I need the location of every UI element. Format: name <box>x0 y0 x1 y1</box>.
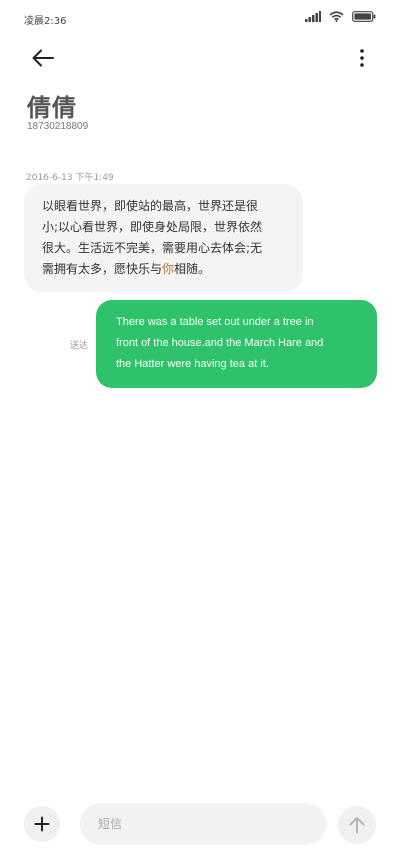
status-icons <box>305 11 376 22</box>
incoming-message-line: 以眼看世界，即使站的最高，世界还是很 <box>42 199 259 213</box>
send-button[interactable] <box>338 806 376 844</box>
composer-bar <box>0 796 400 856</box>
incoming-highlight-text: 你 <box>162 262 175 276</box>
incoming-message-line: 很大。生活远不完美，需要用心去体会;无 <box>42 241 263 255</box>
outgoing-message-line: the Hatter were having tea at it. <box>116 358 269 370</box>
arrow-up-icon <box>349 817 365 834</box>
incoming-message-line: 需拥有太多，愿快乐与你相随。 <box>42 259 287 280</box>
incoming-message-bubble[interactable]: 以眼看世界，即使站的最高，世界还是很 小;以心看世界，即使身处局限，世界依然 很… <box>24 184 303 292</box>
top-bar <box>0 40 400 76</box>
more-options-button[interactable] <box>354 44 370 72</box>
back-button[interactable] <box>26 44 60 72</box>
delivery-status: 送达 <box>70 341 89 351</box>
outgoing-message-line: There was a table set out under a tree i… <box>116 316 314 328</box>
arrow-left-icon <box>32 49 54 67</box>
outgoing-message-bubble[interactable]: There was a table set out under a tree i… <box>96 300 377 388</box>
incoming-text: 相随。 <box>174 262 211 276</box>
message-input[interactable] <box>80 803 326 845</box>
plus-icon <box>34 816 50 832</box>
status-time: 凌晨2:36 <box>24 16 67 27</box>
battery-icon <box>352 11 376 22</box>
status-bar: 凌晨2:36 <box>0 0 400 36</box>
signal-icon <box>305 11 321 22</box>
more-vertical-icon <box>360 49 364 67</box>
add-attachment-button[interactable] <box>24 806 60 842</box>
incoming-message-line: 小;以心看世界，即使身处局限，世界依然 <box>42 220 263 234</box>
wifi-icon <box>329 11 344 22</box>
incoming-text: 需拥有太多，愿快乐与 <box>42 262 163 276</box>
contact-name: 倩倩 <box>27 94 77 122</box>
outgoing-message-line: front of the house.and the March Hare an… <box>116 337 324 349</box>
message-timestamp: 2016-6-13 下午1:49 <box>26 173 114 183</box>
contact-phone: 18730218809 <box>27 121 89 132</box>
